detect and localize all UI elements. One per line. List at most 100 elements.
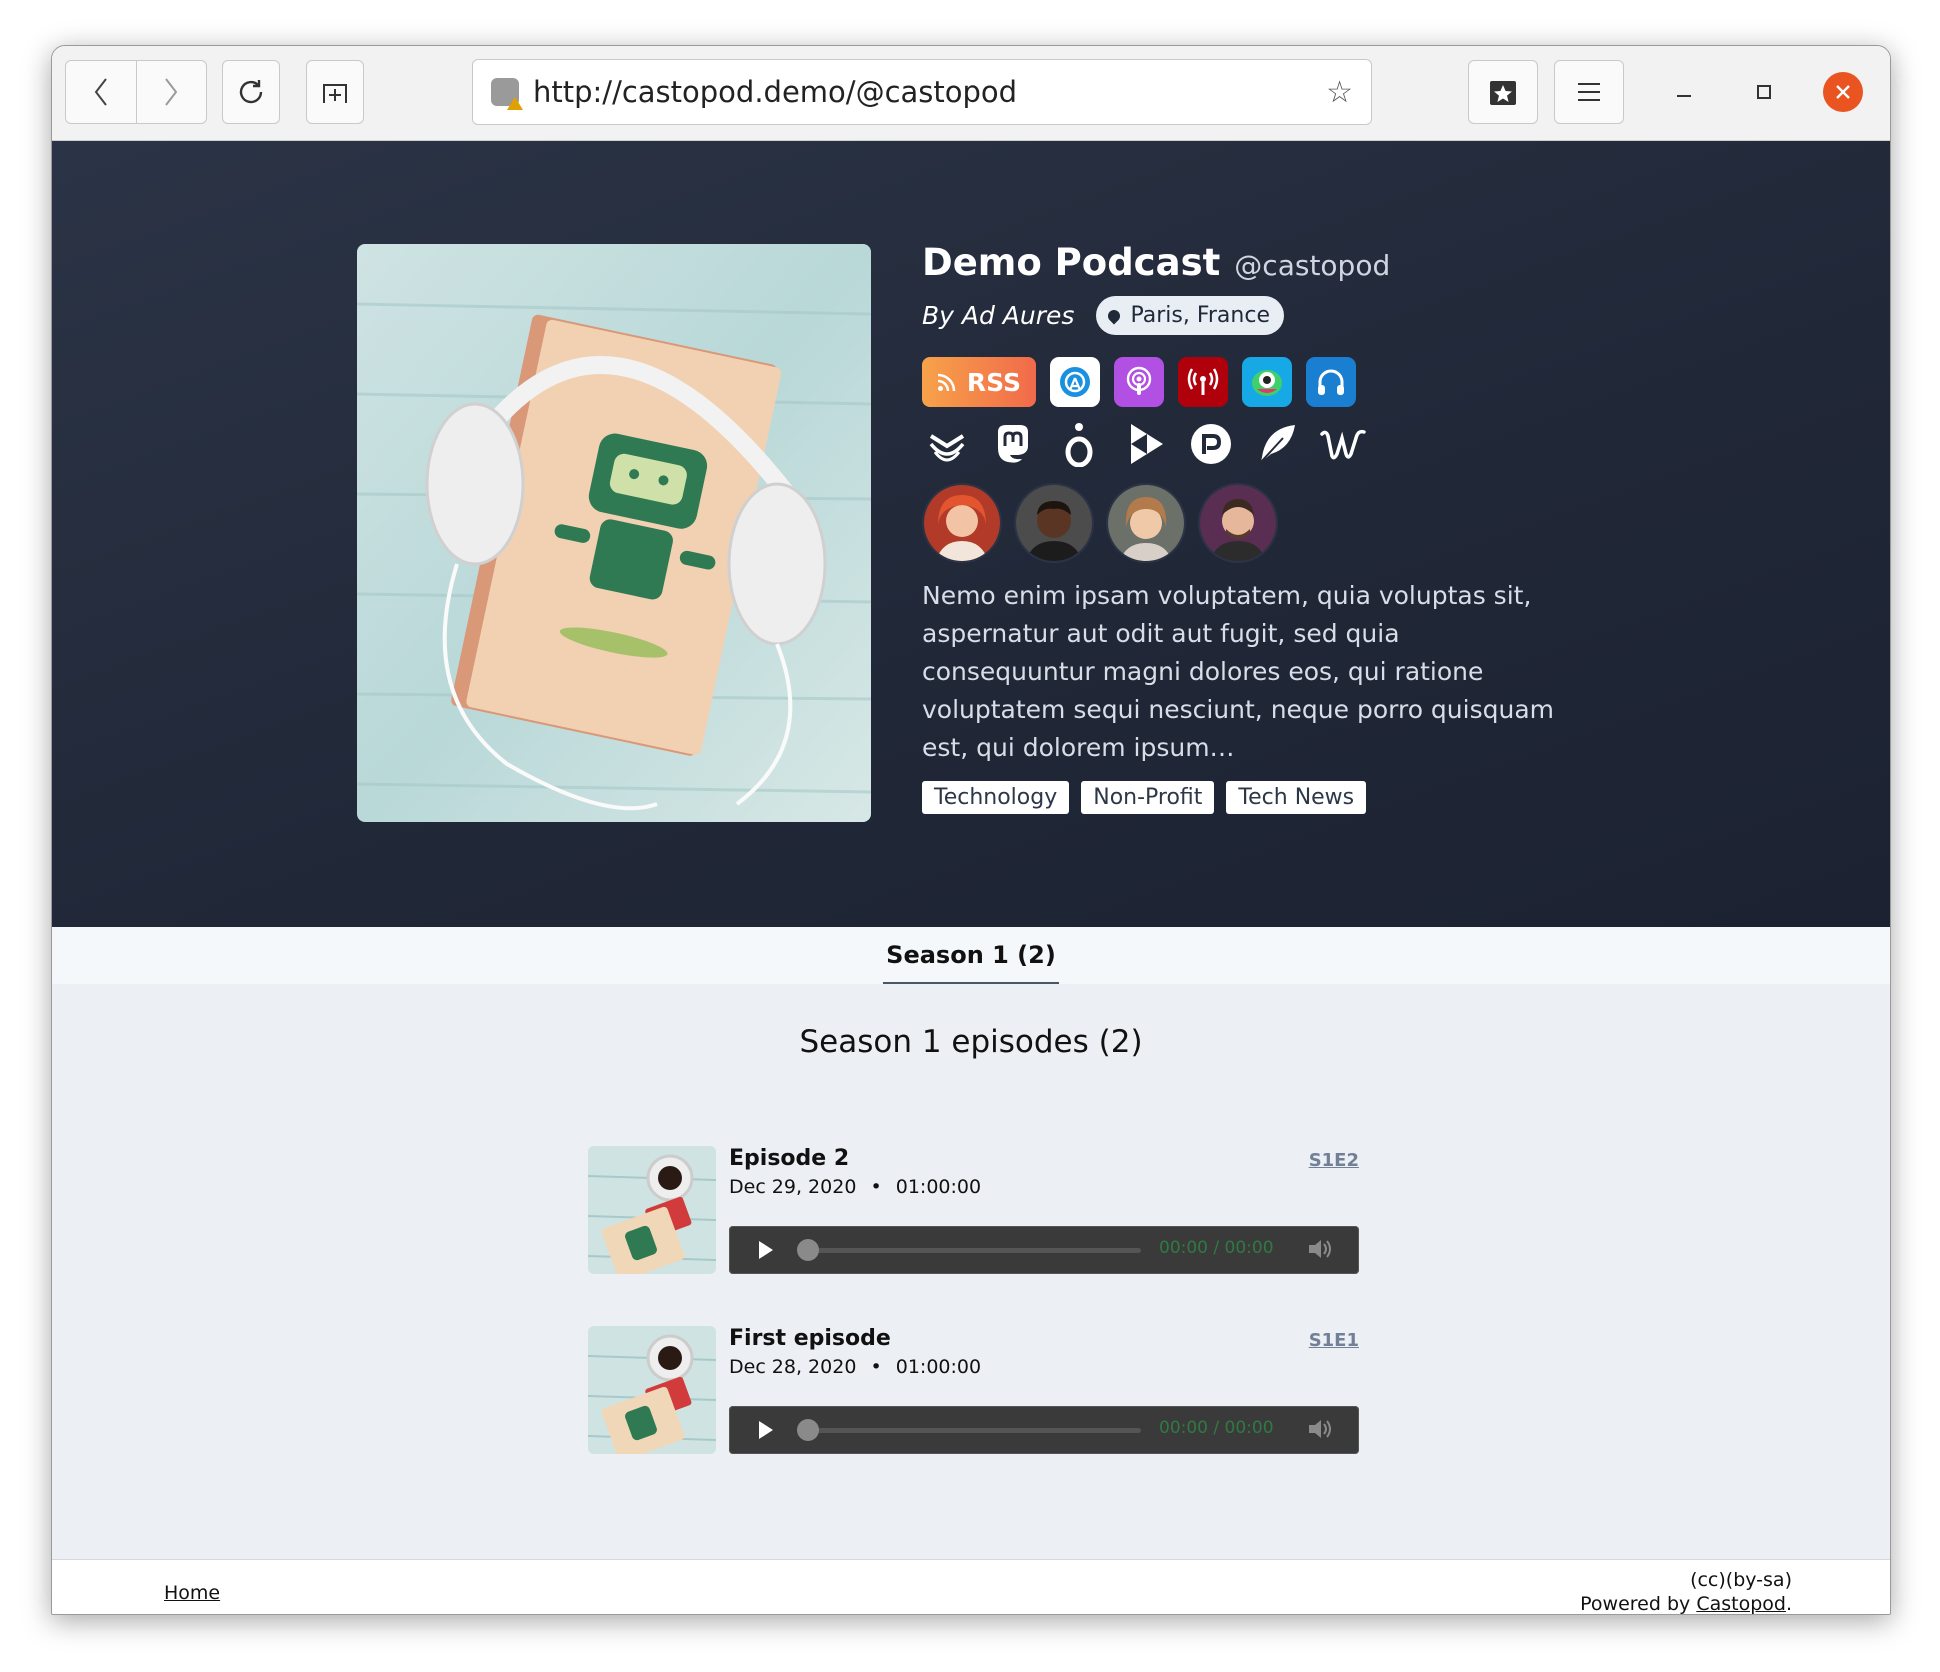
podcast-header: Demo Podcast @castopod By Ad Aures Paris… [52, 141, 1890, 927]
misskey-link[interactable] [1252, 419, 1302, 469]
episode-card: First episode Dec 28, 2020 • 01:00:00 S1… [588, 1326, 1359, 1456]
episode-duration: 01:00:00 [895, 1176, 982, 1198]
peertube-link[interactable] [1120, 419, 1170, 469]
bookmarks-star-icon [1490, 81, 1516, 105]
volume-icon[interactable] [1307, 1238, 1333, 1265]
episode-number-link[interactable]: S1E1 [1309, 1330, 1359, 1351]
meta-separator: • [870, 1356, 882, 1378]
powered-prefix: Powered by [1580, 1593, 1697, 1615]
minimize-button[interactable] [1664, 72, 1704, 112]
volume-icon[interactable] [1307, 1418, 1333, 1445]
castopod-icon [929, 434, 965, 462]
hamburger-menu-icon [1578, 83, 1600, 101]
episode-thumbnail[interactable] [588, 1146, 716, 1274]
episode-title[interactable]: First episode [729, 1326, 891, 1351]
powered-by: Powered by Castopod. [1580, 1592, 1792, 1615]
rss-icon [937, 373, 956, 392]
tab-season-1[interactable]: Season 1 (2) [883, 927, 1059, 985]
progress-handle[interactable] [797, 1239, 819, 1261]
category-tag: Technology [922, 781, 1070, 814]
episode-meta: Dec 28, 2020 • 01:00:00 [729, 1356, 981, 1378]
location-label: Paris, France [1130, 303, 1270, 328]
maximize-button[interactable] [1744, 72, 1784, 112]
episode-title[interactable]: Episode 2 [729, 1146, 849, 1171]
person-avatar[interactable] [1014, 483, 1094, 563]
podcast-cover-image [357, 244, 871, 822]
podcasting-platforms: RSS [922, 357, 1562, 407]
funkwhale-link[interactable] [1054, 419, 1104, 469]
person-avatar[interactable] [922, 483, 1002, 563]
social-links [922, 419, 1562, 469]
progress-handle[interactable] [797, 1419, 819, 1441]
podcast-title: Demo Podcast [922, 241, 1221, 284]
episode-thumbnail[interactable] [588, 1326, 716, 1454]
feather-icon [1260, 425, 1295, 463]
nav-buttons [65, 60, 207, 124]
episode-date: Dec 28, 2020 [729, 1356, 857, 1378]
pocketcasts-link[interactable] [1178, 357, 1228, 407]
progress-track[interactable] [801, 1248, 1141, 1253]
writefreely-link[interactable] [1318, 419, 1368, 469]
episodes-section: Season 1 episodes (2) Episode 2 Dec 29, … [52, 984, 1890, 1559]
player-time: 00:00 / 00:00 [1159, 1418, 1274, 1438]
progress-track[interactable] [801, 1428, 1141, 1433]
footer-credits: (cc)(by-sa) Powered by Castopod. [1580, 1568, 1792, 1615]
person-avatar[interactable] [1106, 483, 1186, 563]
new-tab-button[interactable] [306, 60, 364, 124]
writefreely-icon [1320, 429, 1366, 460]
player-time: 00:00 / 00:00 [1159, 1238, 1274, 1258]
broadcast-antenna-icon [1187, 368, 1219, 395]
powered-suffix: . [1785, 1593, 1792, 1615]
podcast-categories: Technology Non-Profit Tech News [922, 781, 1562, 814]
audio-player: 00:00 / 00:00 [729, 1226, 1359, 1274]
chevron-right-icon [165, 78, 178, 106]
maximize-icon [1757, 85, 1771, 99]
rss-label: RSS [966, 367, 1022, 397]
person-avatar[interactable] [1198, 483, 1278, 563]
episode-card: Episode 2 Dec 29, 2020 • 01:00:00 S1E2 0… [588, 1146, 1359, 1276]
play-icon[interactable] [759, 1241, 773, 1259]
episode-meta: Dec 29, 2020 • 01:00:00 [729, 1176, 981, 1198]
podcast-persons [922, 483, 1562, 563]
podcast-index-link[interactable] [1306, 357, 1356, 407]
category-tag: Tech News [1226, 781, 1367, 814]
category-tag: Non-Profit [1081, 781, 1215, 814]
mastodon-link[interactable] [988, 419, 1038, 469]
bookmark-star-icon[interactable]: ☆ [1326, 75, 1353, 110]
close-window-button[interactable] [1823, 72, 1863, 112]
insecure-lock-icon[interactable] [491, 78, 523, 110]
pixelfed-link[interactable] [1186, 419, 1236, 469]
episode-duration: 01:00:00 [895, 1356, 982, 1378]
reload-icon [239, 80, 263, 104]
apple-podcasts-icon [1126, 366, 1152, 395]
menu-button[interactable] [1554, 60, 1624, 124]
castopod-link[interactable]: Castopod [1696, 1593, 1786, 1614]
apple-podcasts-link[interactable] [1114, 357, 1164, 407]
podcast-byline: By Ad Aures [922, 301, 1075, 330]
reload-button[interactable] [222, 60, 280, 124]
rss-feed-button[interactable]: RSS [922, 357, 1036, 407]
address-bar[interactable]: http://castopod.demo/@castopod ☆ [472, 59, 1372, 125]
episode-date: Dec 29, 2020 [729, 1176, 857, 1198]
headphones-icon [1318, 369, 1344, 395]
podcast-description: Nemo enim ipsam voluptatem, quia volupta… [922, 581, 1555, 762]
google-podcasts-link[interactable] [1050, 357, 1100, 407]
castopod-social-link[interactable] [922, 419, 972, 469]
podcast-robot-icon [1252, 370, 1282, 396]
forward-button[interactable] [135, 61, 207, 123]
google-podcasts-icon [1060, 367, 1090, 397]
back-button[interactable] [66, 61, 136, 123]
home-link[interactable]: Home [164, 1582, 220, 1604]
map-pin-icon [1105, 307, 1123, 324]
podcast-addict-link[interactable] [1242, 357, 1292, 407]
browser-toolbar: http://castopod.demo/@castopod ☆ [52, 46, 1890, 141]
episode-number-link[interactable]: S1E2 [1309, 1150, 1359, 1171]
location-badge[interactable]: Paris, France [1096, 296, 1284, 335]
play-icon[interactable] [759, 1421, 773, 1439]
chevron-left-icon [94, 78, 107, 106]
bookmarks-button[interactable] [1468, 60, 1538, 124]
page-footer: Home (cc)(by-sa) Powered by Castopod. [52, 1559, 1890, 1615]
url-text[interactable]: http://castopod.demo/@castopod [533, 75, 1326, 109]
funkwhale-icon [1065, 423, 1093, 467]
license-text: (cc)(by-sa) [1690, 1569, 1792, 1591]
